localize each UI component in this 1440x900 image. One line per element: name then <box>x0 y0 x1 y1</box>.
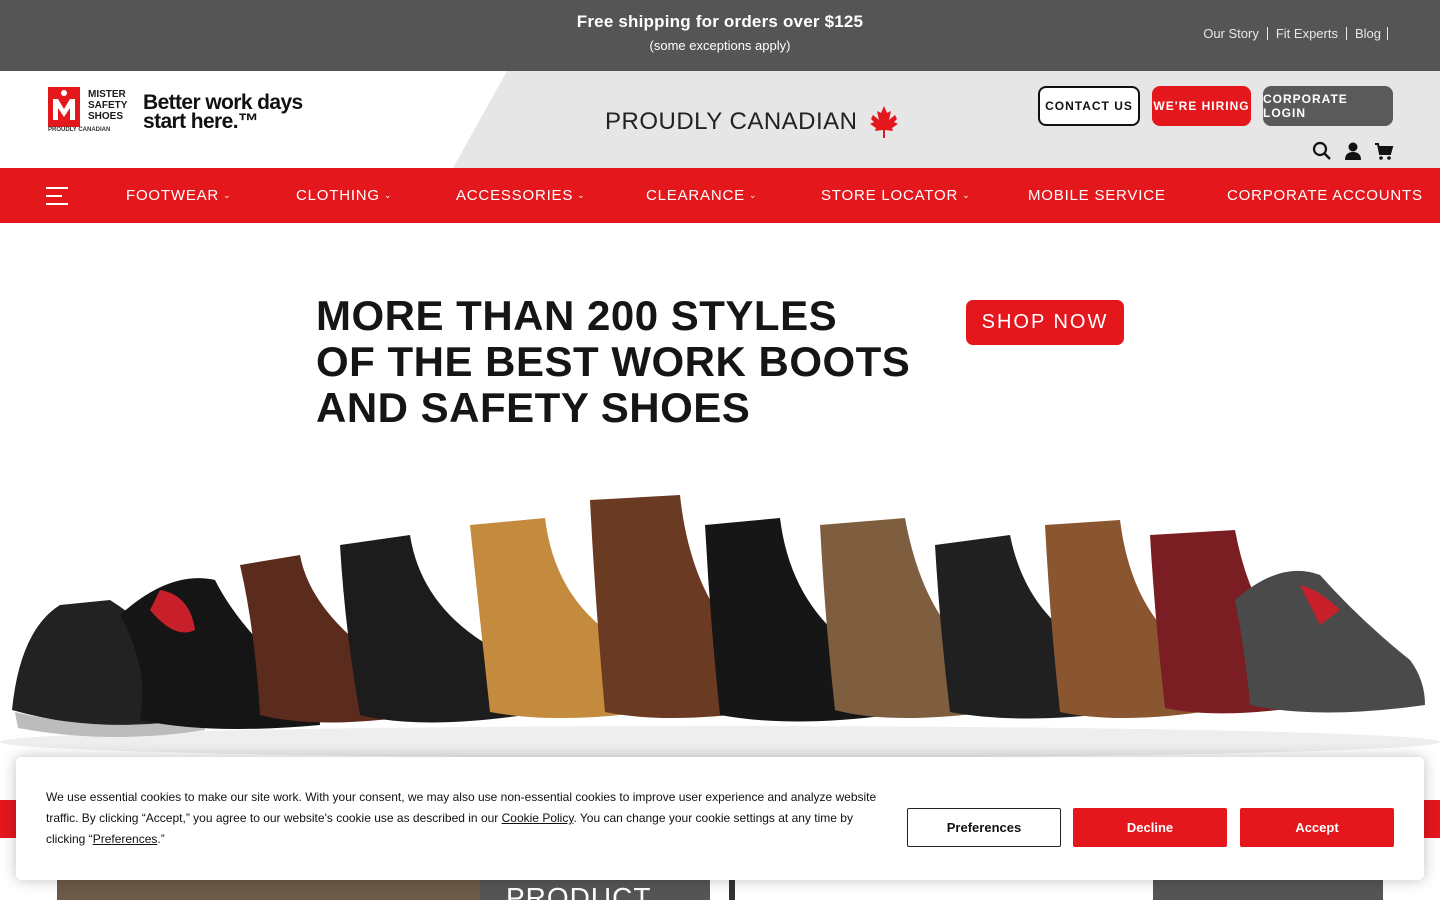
cookie-decline-button[interactable]: Decline <box>1073 808 1227 847</box>
site-logo[interactable]: MISTER SAFETY SHOES PROUDLY CANADIAN Bet… <box>48 87 320 135</box>
nav-item-label: ACCESSORIES <box>456 187 574 204</box>
nav-item-corporate-accounts[interactable]: CORPORATE ACCOUNTS <box>1227 187 1423 204</box>
menu-icon[interactable] <box>46 187 68 205</box>
section-divider <box>729 878 735 900</box>
logo-brand-text: MISTER SAFETY SHOES <box>88 89 127 122</box>
cookie-preferences-button[interactable]: Preferences <box>907 808 1061 847</box>
search-icon[interactable] <box>1312 141 1332 161</box>
nav-item-store-locator[interactable]: STORE LOCATOR ⌄ <box>821 187 970 204</box>
logo-mark-icon <box>48 87 80 127</box>
nav-item-accessories[interactable]: ACCESSORIES ⌄ <box>456 187 586 204</box>
logo-tagline: Better work days start here.™ <box>143 92 303 133</box>
nav-item-mobile-service[interactable]: MOBILE SERVICE <box>1028 187 1166 204</box>
cookie-policy-link[interactable]: Cookie Policy <box>502 811 574 825</box>
nav-item-clothing[interactable]: CLOTHING ⌄ <box>296 187 392 204</box>
nav-item-label: CORPORATE ACCOUNTS <box>1227 187 1423 204</box>
chevron-down-icon: ⌄ <box>383 190 393 200</box>
nav-item-label: MOBILE SERVICE <box>1028 187 1166 204</box>
logo-brand-line: MISTER <box>88 89 126 100</box>
logo-tagline-line2: start here.™ <box>143 110 259 133</box>
chevron-down-icon: ⌄ <box>577 190 586 200</box>
shop-now-button[interactable]: SHOP NOW <box>966 300 1124 345</box>
maple-leaf-icon <box>869 106 898 138</box>
corporate-login-button[interactable]: CORPORATE LOGIN <box>1263 86 1393 126</box>
chevron-down-icon: ⌄ <box>748 190 758 200</box>
fit-experts-link[interactable]: Fit Experts <box>1268 27 1347 40</box>
hero-title-line: AND SAFETY SHOES <box>316 384 751 431</box>
hero-title-line: MORE THAN 200 STYLES <box>316 292 838 339</box>
cookie-banner-text: We use essential cookies to make our sit… <box>46 787 886 850</box>
our-story-link[interactable]: Our Story <box>1195 27 1268 40</box>
top-links: Our Story Fit Experts Blog <box>1195 27 1388 40</box>
cookie-accept-button[interactable]: Accept <box>1240 808 1394 847</box>
logo-brand-line: SAFETY <box>88 100 128 111</box>
nav-item-clearance[interactable]: CLEARANCE ⌄ <box>646 187 757 204</box>
chevron-down-icon: ⌄ <box>962 190 971 200</box>
account-icon[interactable] <box>1344 141 1362 161</box>
nav-item-label: STORE LOCATOR <box>821 187 959 204</box>
logo-small-tag-text: PROUDLY CANADIAN <box>48 127 111 133</box>
were-hiring-button[interactable]: WE'RE HIRING <box>1152 86 1251 126</box>
product-card-image <box>57 878 480 900</box>
boots-lineup-image[interactable] <box>0 480 1440 765</box>
main-navigation: FOOTWEAR ⌄ CLOTHING ⌄ ACCESSORIES ⌄ CLEARAN… <box>0 168 1440 223</box>
header-icons <box>1312 141 1394 161</box>
hero-title: MORE THAN 200 STYLES OF THE BEST WORK BO… <box>316 293 910 431</box>
nav-item-label: CLOTHING <box>296 187 380 204</box>
site-header: MISTER SAFETY SHOES PROUDLY CANADIAN Bet… <box>0 71 1440 168</box>
top-promo-bar: Free shipping for orders over $125 (some… <box>0 0 1440 71</box>
cookie-banner: We use essential cookies to make our sit… <box>16 757 1424 880</box>
logo-brand-line: SHOES <box>88 111 124 122</box>
nav-item-label: CLEARANCE <box>646 187 745 204</box>
hero-title-line: OF THE BEST WORK BOOTS <box>316 338 911 385</box>
proudly-canadian: PROUDLY CANADIAN <box>605 105 900 139</box>
contact-us-button[interactable]: CONTACT US <box>1038 86 1140 126</box>
cookie-text-part: .” <box>157 832 165 846</box>
nav-item-label: FOOTWEAR <box>126 187 220 204</box>
cart-icon[interactable] <box>1374 141 1394 161</box>
secondary-card[interactable] <box>1153 878 1383 900</box>
preferences-link[interactable]: Preferences <box>93 832 158 846</box>
blog-link[interactable]: Blog <box>1347 27 1388 40</box>
proudly-canadian-text: PROUDLY CANADIAN <box>605 108 858 135</box>
logo-small-tag: PROUDLY CANADIAN <box>48 123 110 136</box>
nav-item-footwear[interactable]: FOOTWEAR ⌄ <box>126 187 231 204</box>
chevron-down-icon: ⌄ <box>223 190 232 200</box>
